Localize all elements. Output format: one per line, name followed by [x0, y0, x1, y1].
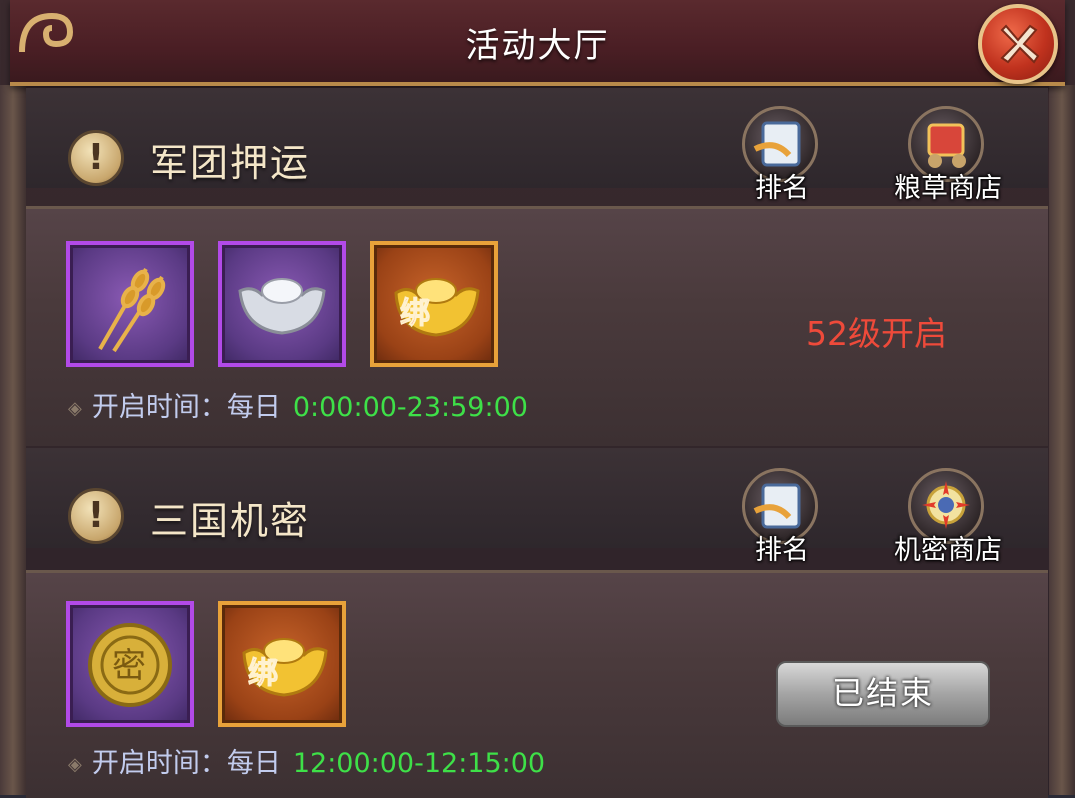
open-time-row: ◈ 开启时间：每日 12:00:00-12:15:00	[68, 741, 545, 780]
secret-shop-label: 机密商店	[894, 535, 1002, 566]
wheat-icon	[98, 268, 166, 353]
reward-silver[interactable]	[218, 241, 346, 367]
open-time-range: 0:00:00-23:59:00	[292, 392, 528, 423]
close-button[interactable]	[978, 4, 1058, 84]
right-pillar	[1049, 85, 1075, 795]
open-time-label: 开启时间：	[91, 748, 227, 779]
secret-coin-icon: 密	[88, 623, 172, 707]
silver-ingot-icon	[238, 278, 326, 335]
activity-header: ! 军团押运 排名 粮草商店	[26, 88, 1048, 204]
left-pillar	[0, 85, 26, 795]
grain-shop-button[interactable]: 粮草商店	[894, 106, 1002, 206]
level-requirement: 52级开启	[806, 314, 947, 353]
activity-hall-window: 活动大厅 ! 军团押运 排名 粮草商店 绑 52级开启 ◈ 开启时间：每日 0:…	[0, 0, 1075, 798]
svg-text:绑: 绑	[400, 296, 430, 331]
ranking-label: 排名	[755, 535, 809, 566]
open-time-range: 12:00:00-12:15:00	[292, 748, 546, 779]
activity-card-legion-escort: ! 军团押运 排名 粮草商店 绑 52级开启 ◈ 开启时间：每日 0:00:00…	[26, 88, 1048, 446]
svg-text:密: 密	[112, 646, 146, 686]
ranking-button[interactable]: 排名	[732, 468, 832, 568]
open-time-row: ◈ 开启时间：每日 0:00:00-23:59:00	[68, 385, 528, 424]
diamond-bullet-icon: ◈	[68, 398, 82, 419]
reward-secret-coin[interactable]: 密	[66, 601, 194, 727]
activity-body: 密 绑 已结束 ◈ 开启时间：每日 12:00:00-12:15:00	[26, 570, 1048, 798]
activity-card-three-kingdoms-secrets: ! 三国机密 排名 机密商店 密 绑 已结束 ◈ 开启时间：每日 12:00:0…	[26, 448, 1048, 798]
activity-title: 军团押运	[150, 141, 311, 185]
grain-shop-label: 粮草商店	[894, 173, 1002, 204]
reward-bound-gold[interactable]: 绑	[218, 601, 346, 727]
activity-title: 三国机密	[150, 499, 311, 543]
diamond-bullet-icon: ◈	[68, 754, 82, 775]
activity-body: 绑 52级开启 ◈ 开启时间：每日 0:00:00-23:59:00	[26, 206, 1048, 446]
bound-gold-ingot-icon: 绑	[242, 638, 328, 697]
activity-header: ! 三国机密 排名 机密商店	[26, 448, 1048, 566]
secret-shop-button[interactable]: 机密商店	[894, 468, 1002, 568]
bound-gold-ingot-icon: 绑	[394, 278, 480, 337]
exclamation-icon[interactable]: !	[68, 130, 124, 186]
open-time-frequency: 每日	[226, 748, 281, 779]
open-time-label: 开启时间：	[91, 392, 227, 423]
ended-button[interactable]: 已结束	[776, 661, 990, 727]
svg-text:绑: 绑	[248, 656, 278, 691]
reward-wheat[interactable]	[66, 241, 194, 367]
ranking-button[interactable]: 排名	[732, 106, 832, 206]
open-time-frequency: 每日	[226, 392, 281, 423]
exclamation-icon[interactable]: !	[68, 488, 124, 544]
close-icon	[1000, 24, 1040, 64]
reward-bound-gold[interactable]: 绑	[370, 241, 498, 367]
page-title: 活动大厅	[465, 26, 610, 66]
title-bar: 活动大厅	[10, 0, 1065, 86]
ranking-label: 排名	[755, 173, 809, 204]
